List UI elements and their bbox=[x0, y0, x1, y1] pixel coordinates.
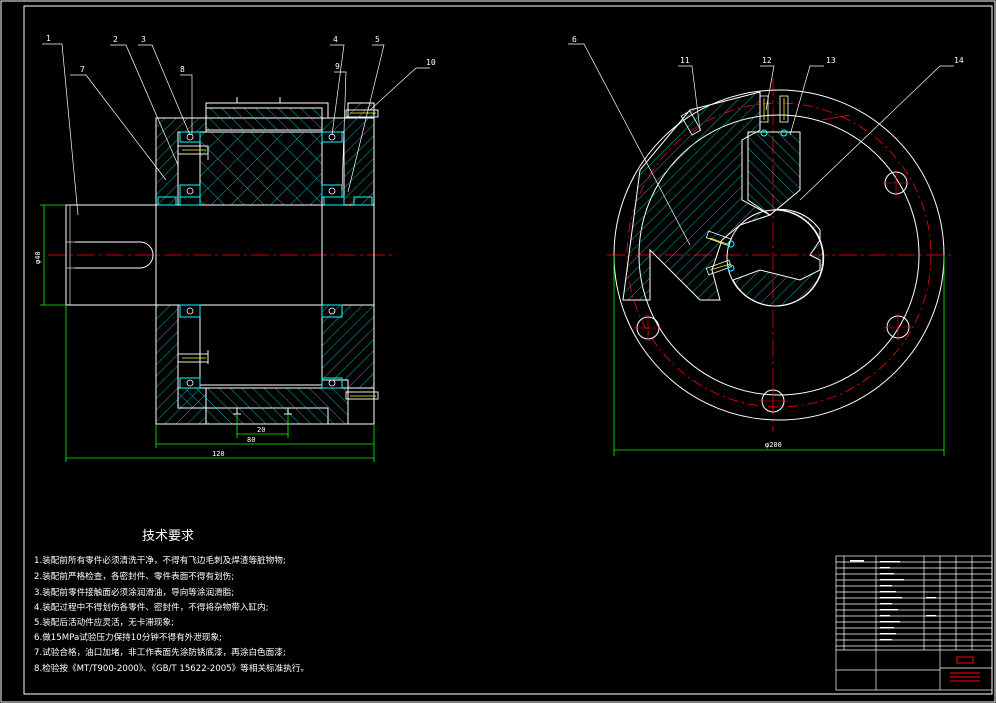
title-block bbox=[835, 555, 993, 691]
callout-5: 5 bbox=[375, 35, 380, 44]
requirement-line-1: 1.装配前所有零件必须清洗干净，不得有飞边毛刺及焊渣等脏物物; bbox=[34, 554, 286, 566]
requirement-line-7: 7.试验合格，油口加堵，非工作表面先涂防锈底漆，再涂白色面漆; bbox=[34, 646, 286, 658]
callout-7: 7 bbox=[80, 65, 85, 74]
requirements-title: 技术要求 bbox=[142, 529, 194, 544]
rotor-block bbox=[199, 131, 323, 206]
cad-drawing-sheet: φ40 20 80 120 1 2 3 7 8 4 9 5 10 φ200 6 … bbox=[0, 0, 996, 703]
callout-9: 9 bbox=[335, 62, 340, 71]
technical-requirements: 技术要求 1.装配前所有零件必须清洗干净，不得有飞边毛刺及焊渣等脏物物; 2.装… bbox=[34, 529, 309, 674]
callout-4: 4 bbox=[333, 35, 338, 44]
requirement-line-4: 4.装配过程中不得划伤各零件、密封件，不得将杂物带入缸内; bbox=[34, 601, 269, 613]
requirement-line-2: 2.装配前严格检查，各密封件、零件表面不得有划伤; bbox=[34, 570, 234, 582]
title-block-text-marks bbox=[850, 560, 936, 641]
callout-10: 10 bbox=[426, 58, 436, 67]
callout-8: 8 bbox=[180, 65, 185, 74]
callout-3: 3 bbox=[141, 35, 146, 44]
dim-shaft-dia: φ40 bbox=[34, 251, 42, 264]
requirement-line-8: 8.检验按《MT/T900-2000》、《GB/T 15622-2005》等相关… bbox=[34, 662, 309, 674]
dim-width-80: 80 bbox=[247, 436, 255, 444]
dim-width-120: 120 bbox=[212, 450, 225, 458]
callout-13: 13 bbox=[826, 56, 836, 65]
section-view: φ40 20 80 120 1 2 3 7 8 4 9 5 10 bbox=[34, 34, 436, 462]
requirement-line-6: 6.做15MPa试验压力保持10分钟不得有外泄现象; bbox=[34, 631, 222, 643]
lower-chamber bbox=[199, 304, 323, 386]
callout-14: 14 bbox=[954, 56, 964, 65]
callout-2: 2 bbox=[113, 35, 118, 44]
dim-width-20: 20 bbox=[257, 426, 265, 434]
requirement-line-5: 5.装配后活动件应灵活，无卡滞现象; bbox=[34, 616, 174, 628]
callout-11: 11 bbox=[680, 56, 690, 65]
callout-1: 1 bbox=[46, 34, 51, 43]
vane-block bbox=[747, 131, 801, 216]
top-cover bbox=[205, 107, 323, 131]
front-view: φ200 6 11 12 13 14 bbox=[568, 35, 964, 456]
callout-6: 6 bbox=[572, 35, 577, 44]
requirement-line-3: 3.装配前零件接触面必须涂润滑油，导向等涂润滑脂; bbox=[34, 586, 234, 598]
title-block-stamp bbox=[950, 656, 980, 682]
dim-outer-dia: φ200 bbox=[765, 441, 782, 449]
callout-12: 12 bbox=[762, 56, 772, 65]
